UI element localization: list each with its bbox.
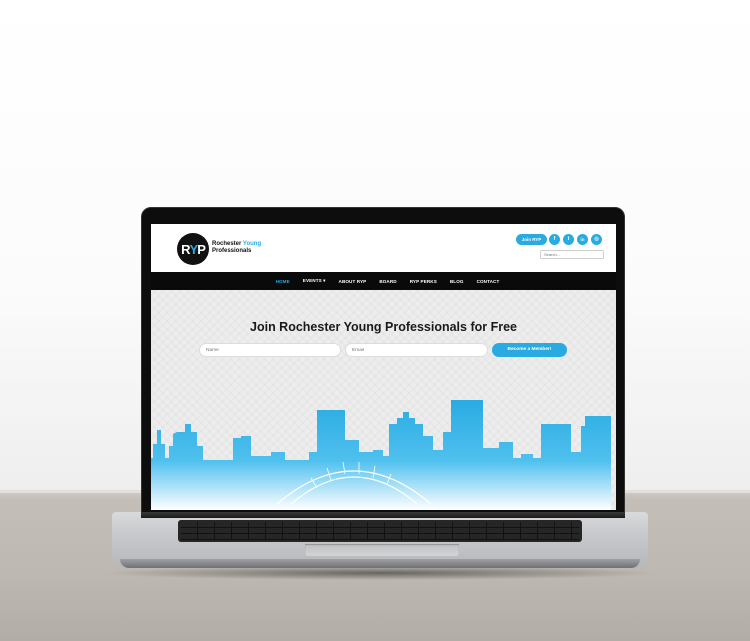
laptop-base-front [120,559,640,568]
city-skyline-illustration [151,400,611,510]
header-actions: Join RYP f t in ◎ [516,234,616,264]
laptop-trackpad [305,544,459,556]
site-name-accent: Young [242,241,262,247]
laptop-hinge [141,512,625,518]
logo-letter-y: Y [189,241,199,257]
nav-item-about[interactable]: ABOUT RYP [339,279,367,284]
email-input[interactable] [345,343,488,357]
hero-title: Join Rochester Young Professionals for F… [250,320,517,334]
laptop-keyboard [178,520,582,542]
site-name[interactable]: Rochester Young Professionals [212,241,292,255]
main-nav: HOME EVENTS ▾ ABOUT RYP BOARD RYP PERKS … [151,272,616,290]
become-member-button[interactable]: Become a Member! [492,343,567,357]
nav-item-blog[interactable]: BLOG [450,279,464,284]
name-input[interactable] [199,343,341,357]
nav-item-events[interactable]: EVENTS ▾ [303,278,326,284]
site-header: RYP Rochester Young Professionals Join R… [151,224,616,272]
join-ryp-button[interactable]: Join RYP [516,234,547,245]
nav-item-home[interactable]: HOME [276,279,290,284]
linkedin-icon[interactable]: in [577,234,588,245]
logo-letter-p: P [197,241,206,257]
nav-item-perks[interactable]: RYP PERKS [410,279,437,284]
nav-item-contact[interactable]: CONTACT [477,279,500,284]
laptop-shadow [100,566,660,580]
search-input[interactable] [540,250,604,259]
ryp-logo-icon[interactable]: RYP [177,233,209,265]
laptop-screen: RYP Rochester Young Professionals Join R… [151,224,616,510]
hero-section: Join Rochester Young Professionals for F… [151,290,616,510]
nav-item-board[interactable]: BOARD [379,279,396,284]
twitter-icon[interactable]: t [563,234,574,245]
logo-letter-r: R [181,241,190,257]
facebook-icon[interactable]: f [549,234,560,245]
instagram-icon[interactable]: ◎ [591,234,602,245]
site-name-line1: Rochester [212,241,242,247]
site-name-line2: Professionals [212,248,252,254]
